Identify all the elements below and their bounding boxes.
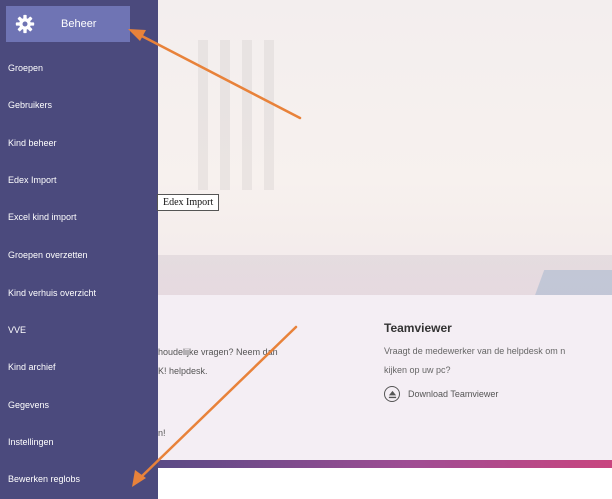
download-teamviewer-link[interactable]: Download Teamviewer <box>384 386 498 402</box>
footer-gradient-line <box>158 460 612 468</box>
sidebar-item-edex-import[interactable]: Edex Import <box>8 175 57 185</box>
teamviewer-description: Vraagt de medewerker van de helpdesk om … <box>384 342 612 380</box>
edex-import-tooltip: Edex Import <box>157 194 220 211</box>
sidebar-header-beheer[interactable]: Beheer <box>6 6 130 42</box>
sidebar-item-gebruikers[interactable]: Gebruikers <box>8 100 52 110</box>
sidebar-item-groepen[interactable]: Groepen <box>8 63 43 73</box>
teamviewer-line-2: kijken op uw pc? <box>384 365 451 375</box>
support-line-2: K! helpdesk. <box>158 366 208 376</box>
download-teamviewer-label: Download Teamviewer <box>408 389 499 399</box>
hero-stripe <box>220 40 230 190</box>
sidebar-item-vve[interactable]: VVE <box>8 325 26 335</box>
hero-banner <box>158 0 612 300</box>
sidebar-item-kind-beheer[interactable]: Kind beheer <box>8 138 57 148</box>
sidebar-item-groepen-overzetten[interactable]: Groepen overzetten <box>8 250 88 260</box>
sidebar-item-bewerken-reglobs[interactable]: Bewerken reglobs <box>8 474 80 484</box>
sidebar-item-kind-verhuis-overzicht[interactable]: Kind verhuis overzicht <box>8 288 96 298</box>
teamviewer-title: Teamviewer <box>384 321 452 335</box>
download-icon <box>384 386 400 402</box>
teamviewer-line-1: Vraagt de medewerker van de helpdesk om … <box>384 346 566 356</box>
sidebar-item-gegevens[interactable]: Gegevens <box>8 400 49 410</box>
sidebar-menu: Beheer Groepen Gebruikers Kind beheer Ed… <box>0 0 158 499</box>
sidebar-item-kind-archief[interactable]: Kind archief <box>8 362 56 372</box>
sidebar-item-instellingen[interactable]: Instellingen <box>8 437 54 447</box>
support-tail: n! <box>158 428 166 438</box>
sidebar-header-label: Beheer <box>61 18 97 30</box>
hero-stripe <box>198 40 208 190</box>
support-line-1: houdelijke vragen? Neem dan <box>158 347 278 357</box>
sidebar-item-excel-kind-import[interactable]: Excel kind import <box>8 212 77 222</box>
gear-icon <box>15 14 35 34</box>
support-text: houdelijke vragen? Neem dan K! helpdesk. <box>158 343 328 381</box>
hero-stripe <box>264 40 274 190</box>
hero-stripe <box>242 40 252 190</box>
